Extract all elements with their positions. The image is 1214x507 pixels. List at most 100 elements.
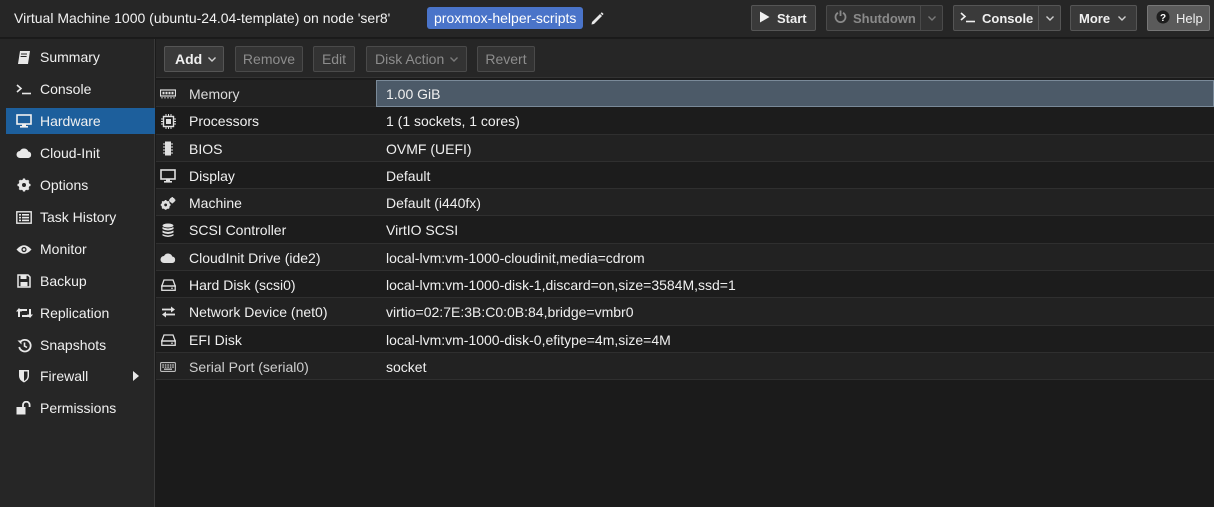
sidebar-item-console[interactable]: Console — [6, 76, 155, 102]
row-key: BIOS — [189, 140, 223, 157]
question-circle-icon: ? — [1156, 10, 1170, 27]
memory-icon — [160, 86, 176, 102]
row-key: Serial Port (serial0) — [189, 358, 309, 375]
desktop-icon — [160, 168, 176, 184]
row-key: Hard Disk (scsi0) — [189, 277, 296, 294]
hardware-panel: Add Remove Edit Disk Action Revert Memor… — [156, 39, 1214, 507]
console-button[interactable]: Console — [953, 5, 1061, 31]
revert-button[interactable]: Revert — [477, 46, 535, 72]
shutdown-menu-toggle[interactable] — [920, 6, 942, 30]
chevron-down-icon — [927, 16, 936, 21]
sidebar-item-label: Monitor — [40, 241, 87, 257]
help-label: Help — [1176, 10, 1203, 26]
table-row-cloudinit-drive[interactable]: CloudInit Drive (ide2) local-lvm:vm-1000… — [156, 243, 1214, 272]
hardware-grid: Memory 1.00 GiB Processors 1 (1 sockets,… — [156, 80, 1214, 381]
row-key: Machine — [189, 195, 242, 212]
hdd-icon — [160, 277, 176, 293]
sidebar-item-snapshots[interactable]: Snapshots — [6, 332, 155, 358]
row-value: 1 (1 sockets, 1 cores) — [386, 113, 520, 130]
retweet-icon — [15, 305, 33, 321]
pencil-icon[interactable] — [590, 10, 604, 26]
cpu-icon — [160, 113, 176, 129]
table-row-bios[interactable]: BIOS OVMF (UEFI) — [156, 134, 1214, 162]
row-value: socket — [386, 358, 427, 375]
table-row-hard-disk[interactable]: Hard Disk (scsi0) local-lvm:vm-1000-disk… — [156, 271, 1214, 299]
edit-button[interactable]: Edit — [313, 46, 355, 72]
console-menu-toggle[interactable] — [1038, 6, 1060, 30]
more-button[interactable]: More — [1070, 5, 1137, 31]
cloud-icon — [15, 145, 33, 161]
gear-icon — [15, 177, 33, 193]
sidebar-item-hardware[interactable]: Hardware — [6, 108, 155, 134]
sidebar-item-firewall[interactable]: Firewall — [6, 363, 155, 389]
row-key: Memory — [189, 86, 240, 102]
sidebar: Summary Console Hardware Cloud-Init Opti… — [0, 39, 155, 507]
row-value: local-lvm:vm-1000-disk-0,efitype=4m,size… — [386, 331, 671, 348]
help-button[interactable]: ? Help — [1147, 5, 1210, 31]
table-row-scsi-controller[interactable]: SCSI Controller VirtIO SCSI — [156, 216, 1214, 244]
sidebar-item-label: Cloud-Init — [40, 145, 100, 161]
table-row-machine[interactable]: Machine Default (i440fx) — [156, 189, 1214, 217]
database-icon — [160, 222, 176, 238]
play-icon — [759, 11, 770, 26]
monitor-icon — [15, 113, 33, 129]
table-row-network-device[interactable]: Network Device (net0) virtio=02:7E:3B:C0… — [156, 298, 1214, 326]
table-row-display[interactable]: Display Default — [156, 161, 1214, 190]
microchip-icon — [160, 141, 176, 157]
row-key: SCSI Controller — [189, 222, 287, 239]
hdd-icon — [160, 332, 176, 348]
history-icon — [15, 337, 33, 353]
remove-button[interactable]: Remove — [235, 46, 303, 72]
sidebar-item-label: Summary — [40, 49, 100, 65]
sidebar-item-backup[interactable]: Backup — [6, 268, 155, 294]
disk-action-button[interactable]: Disk Action — [366, 46, 467, 72]
shield-icon — [15, 368, 33, 384]
sidebar-item-monitor[interactable]: Monitor — [6, 236, 155, 262]
sidebar-item-label: Firewall — [40, 368, 89, 384]
svg-text:?: ? — [1160, 13, 1166, 24]
expand-arrow-icon[interactable] — [133, 371, 139, 381]
shutdown-button[interactable]: Shutdown — [826, 5, 943, 31]
keyboard-icon — [160, 359, 176, 375]
sidebar-item-options[interactable]: Options — [6, 172, 155, 198]
start-button[interactable]: Start — [751, 5, 816, 31]
terminal-icon — [960, 11, 976, 26]
console-label: Console — [982, 10, 1034, 26]
power-icon — [834, 10, 847, 26]
table-row-efi-disk[interactable]: EFI Disk local-lvm:vm-1000-disk-0,efityp… — [156, 325, 1214, 353]
selected-cell — [376, 80, 1214, 108]
table-row-serial-port[interactable]: Serial Port (serial0) socket — [156, 352, 1214, 381]
cloud-icon — [160, 250, 176, 266]
table-row-processors[interactable]: Processors 1 (1 sockets, 1 cores) — [156, 107, 1214, 135]
sidebar-item-label: Console — [40, 81, 92, 97]
remove-label: Remove — [242, 51, 296, 67]
sidebar-item-summary[interactable]: Summary — [6, 44, 155, 70]
sidebar-item-label: Task History — [40, 209, 117, 225]
sidebar-item-label: Snapshots — [40, 337, 107, 353]
row-value: Default (i440fx) — [386, 195, 481, 212]
unlock-icon — [15, 400, 33, 416]
row-value: VirtIO SCSI — [386, 222, 459, 239]
shutdown-label: Shutdown — [853, 10, 916, 26]
row-value: 1.00 GiB — [386, 86, 441, 102]
chevron-down-icon — [450, 57, 459, 62]
list-icon — [15, 209, 33, 225]
sidebar-item-permissions[interactable]: Permissions — [6, 395, 155, 421]
start-label: Start — [777, 10, 807, 26]
sidebar-item-label: Permissions — [40, 400, 117, 416]
sidebar-item-cloud-init[interactable]: Cloud-Init — [6, 140, 155, 166]
tag-badge[interactable]: proxmox-helper-scripts — [427, 7, 584, 29]
row-value: virtio=02:7E:3B:C0:0B:84,bridge=vmbr0 — [386, 304, 634, 321]
add-button[interactable]: Add — [164, 46, 224, 72]
table-row-memory[interactable]: Memory 1.00 GiB — [156, 80, 1214, 108]
sidebar-item-replication[interactable]: Replication — [6, 300, 155, 326]
sidebar-item-task-history[interactable]: Task History — [6, 204, 155, 230]
book-icon — [15, 49, 33, 65]
row-key: CloudInit Drive (ide2) — [189, 249, 321, 266]
add-label: Add — [175, 51, 203, 67]
row-value: local-lvm:vm-1000-cloudinit,media=cdrom — [386, 249, 645, 266]
row-value: local-lvm:vm-1000-disk-1,discard=on,size… — [386, 277, 736, 294]
row-key: Display — [189, 167, 235, 184]
edit-label: Edit — [321, 51, 347, 67]
disk-action-label: Disk Action — [375, 51, 445, 67]
